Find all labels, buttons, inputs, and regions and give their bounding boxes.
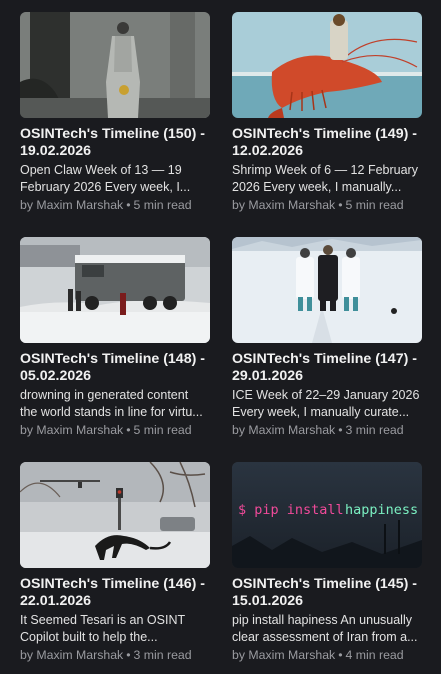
article-thumbnail-terminal[interactable]: $ pip install happiness <box>232 462 422 568</box>
meta-separator: • <box>126 648 131 662</box>
author-name[interactable]: by Maxim Marshak <box>20 198 123 212</box>
article-title[interactable]: OSINTech's Timeline (150) - 19.02.2026 <box>20 126 220 160</box>
snowy-street-creature-image <box>20 462 210 568</box>
author-name[interactable]: by Maxim Marshak <box>20 648 123 662</box>
meta-separator: • <box>126 198 131 212</box>
meta-separator: • <box>338 198 343 212</box>
read-time: 5 min read <box>133 198 192 212</box>
article-meta: by Maxim Marshak • 4 min read <box>232 648 432 663</box>
article-thumbnail-snowy-street[interactable] <box>20 462 210 568</box>
meta-separator: • <box>338 423 343 437</box>
article-excerpt: It Seemed Tesari is an OSINT Copilot bui… <box>20 613 186 644</box>
article-excerpt: ICE Week of 22–29 January 2026 Every wee… <box>232 388 420 419</box>
article-meta: by Maxim Marshak • 3 min read <box>20 648 220 663</box>
author-name[interactable]: by Maxim Marshak <box>232 423 335 437</box>
shrimp-image <box>232 12 422 118</box>
terminal-word-text: happiness <box>345 502 418 518</box>
snowfield-figures-image <box>232 237 422 343</box>
read-time: 3 min read <box>345 423 404 437</box>
meta-separator: • <box>338 648 343 662</box>
article-thumbnail-snow-truck[interactable] <box>20 237 210 343</box>
article-title[interactable]: OSINTech's Timeline (146) - 22.01.2026 <box>20 576 220 610</box>
article-excerpt: drowning in generated content the world … <box>20 388 203 419</box>
article-meta: by Maxim Marshak • 3 min read <box>232 423 432 438</box>
read-time: 3 min read <box>133 648 192 662</box>
article-title[interactable]: OSINTech's Timeline (145) - 15.01.2026 <box>232 576 432 610</box>
article-title[interactable]: OSINTech's Timeline (147) - 29.01.2026 <box>232 351 432 385</box>
article-excerpt: Shrimp Week of 6 — 12 February 2026 Ever… <box>232 163 418 194</box>
author-name[interactable]: by Maxim Marshak <box>232 198 335 212</box>
article-meta: by Maxim Marshak • 5 min read <box>232 198 432 213</box>
read-time: 5 min read <box>133 423 192 437</box>
author-name[interactable]: by Maxim Marshak <box>20 423 123 437</box>
read-time: 5 min read <box>345 198 404 212</box>
author-name[interactable]: by Maxim Marshak <box>232 648 335 662</box>
forest-man-image <box>20 12 210 118</box>
article-title[interactable]: OSINTech's Timeline (148) - 05.02.2026 <box>20 351 220 385</box>
article-thumbnail-snowfield[interactable] <box>232 237 422 343</box>
read-time: 4 min read <box>345 648 404 662</box>
terminal-pip-install-image: $ pip install happiness <box>232 462 422 568</box>
terminal-prompt-text: $ pip install <box>238 502 344 518</box>
snow-truck-image <box>20 237 210 343</box>
article-meta: by Maxim Marshak • 5 min read <box>20 198 220 213</box>
article-title[interactable]: OSINTech's Timeline (149) - 12.02.2026 <box>232 126 432 160</box>
article-excerpt: pip install hapiness An unusually clear … <box>232 613 418 644</box>
article-thumbnail-forest-man[interactable] <box>20 12 210 118</box>
article-excerpt: Open Claw Week of 13 — 19 February 2026 … <box>20 163 191 194</box>
article-meta: by Maxim Marshak • 5 min read <box>20 423 220 438</box>
meta-separator: • <box>126 423 131 437</box>
article-grid: OSINTech's Timeline (150) - 19.02.2026 O… <box>0 0 441 674</box>
article-thumbnail-shrimp[interactable] <box>232 12 422 118</box>
